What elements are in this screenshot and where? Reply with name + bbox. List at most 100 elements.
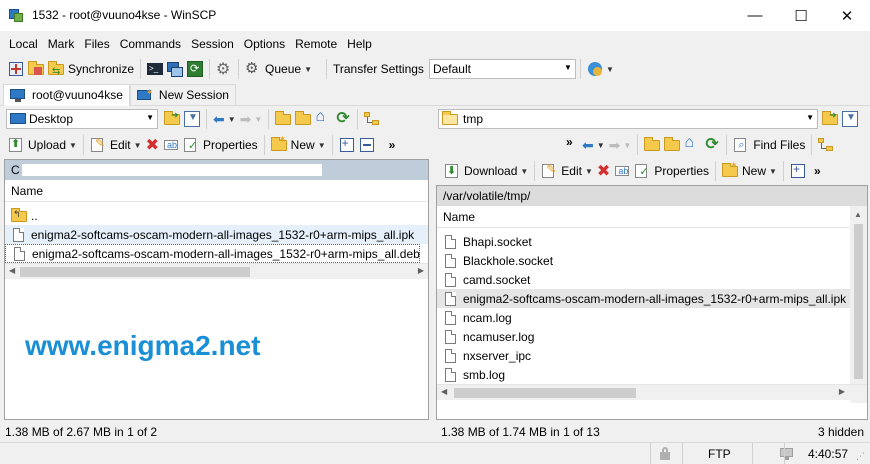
left-location-select[interactable]: Desktop ▼ (6, 109, 158, 129)
left-select-button[interactable]: + (337, 134, 357, 156)
left-unselect-button[interactable] (357, 134, 377, 156)
right-horizontal-scrollbar[interactable]: ◀ ▶ (437, 384, 867, 400)
right-parent-dir-button[interactable] (642, 134, 662, 156)
right-file-row[interactable]: smb.log (437, 365, 850, 384)
left-home-button[interactable]: ⌂ (313, 108, 333, 130)
right-rename-button[interactable]: ab (612, 160, 632, 182)
console-button[interactable]: >_ (145, 58, 165, 80)
scroll-thumb[interactable] (454, 388, 636, 398)
scroll-right-icon[interactable]: ▶ (839, 387, 845, 396)
right-file-row[interactable]: camd.socket (437, 270, 850, 289)
scroll-left-icon[interactable]: ◀ (441, 387, 447, 396)
left-tree-button[interactable] (362, 108, 382, 130)
panel-splitter[interactable] (431, 107, 435, 442)
chevron-down-icon: ▼ (146, 113, 154, 122)
left-properties-button[interactable]: ✓ Properties (181, 134, 260, 156)
left-refresh-button[interactable]: ⟳ (333, 108, 353, 130)
right-file-row[interactable]: Blackhole.socket (437, 251, 850, 270)
right-home-button[interactable]: ⌂ (682, 134, 702, 156)
scroll-left-icon[interactable]: ◀ (9, 266, 15, 275)
tab-root-session[interactable]: root@vuuno4kse (3, 83, 130, 106)
menu-options[interactable]: Options (243, 35, 286, 53)
minimize-button[interactable]: — (732, 0, 778, 31)
right-tree-button[interactable] (816, 134, 836, 156)
file-icon (443, 310, 459, 326)
hidden-files-count[interactable]: 3 hidden (818, 425, 864, 439)
left-parent-dir-row[interactable]: ↰ .. (5, 206, 428, 225)
refresh-session-button[interactable]: ⟳ (185, 58, 205, 80)
left-edit-button[interactable]: ✎ Edit ▼ (88, 134, 144, 156)
menu-local[interactable]: Local (8, 35, 39, 53)
properties-label: Properties (202, 138, 258, 152)
download-button[interactable]: ⬇ Download ▼ (442, 160, 530, 182)
add-to-queue-button[interactable] (6, 58, 26, 80)
scroll-up-icon[interactable]: ▲ (854, 210, 862, 219)
edit-label: Edit (561, 164, 582, 178)
right-vertical-scrollbar[interactable]: ▲ ▼ (850, 206, 867, 403)
right-file-row[interactable]: Bhapi.socket (437, 232, 850, 251)
menu-commands[interactable]: Commands (119, 35, 182, 53)
left-horizontal-scrollbar[interactable]: ◀ ▶ (5, 263, 428, 279)
menu-remote[interactable]: Remote (294, 35, 338, 53)
file-name: ncam.log (463, 310, 512, 325)
right-column-header-name[interactable]: Name (437, 206, 850, 228)
find-files-button[interactable]: ⌕ Find Files (731, 134, 807, 156)
resize-grip-icon[interactable]: ⋰ (856, 451, 865, 462)
left-open-folder-button[interactable]: ➜ (162, 108, 182, 130)
bottom-status-bar: FTP 4:40:57 ⋰ (0, 442, 870, 464)
menu-mark[interactable]: Mark (47, 35, 76, 53)
file-name: nxserver_ipc (463, 348, 532, 363)
toolbar-overflow-icon[interactable]: » (814, 164, 821, 178)
right-refresh-button[interactable]: ⟳ (702, 134, 722, 156)
right-filter-button[interactable] (840, 108, 860, 130)
upload-button[interactable]: ⬆ Upload ▼ (6, 134, 79, 156)
right-back-button[interactable]: ⬅ ▼ (580, 134, 607, 156)
right-delete-button[interactable]: ✖ (595, 160, 612, 182)
right-open-folder-button[interactable]: ➜ (820, 108, 840, 130)
chevron-down-icon: ▼ (623, 140, 632, 150)
left-file-row-ipk[interactable]: enigma2-softcams-oscam-modern-all-images… (5, 225, 428, 244)
refresh-window-icon: ⟳ (187, 61, 204, 77)
right-properties-button[interactable]: ✓ Properties (632, 160, 711, 182)
left-forward-button[interactable]: ➡ ▼ (238, 108, 265, 130)
synchronize-button[interactable]: ⇆ Synchronize (46, 58, 136, 80)
tab-new-session[interactable]: ✶ New Session (129, 84, 236, 105)
right-location-select[interactable]: tmp ▼ (438, 109, 818, 129)
right-select-button[interactable]: + (788, 160, 808, 182)
right-edit-button[interactable]: ✎ Edit ▼ (539, 160, 595, 182)
left-root-dir-button[interactable] (293, 108, 313, 130)
close-button[interactable]: ✕ (824, 0, 870, 31)
toolbar-overflow-icon[interactable]: » (389, 138, 396, 152)
file-name: enigma2-softcams-oscam-modern-all-images… (463, 291, 847, 306)
right-root-dir-button[interactable] (662, 134, 682, 156)
right-file-row[interactable]: ncamuser.log (437, 327, 850, 346)
scroll-thumb[interactable] (20, 267, 250, 277)
left-filter-button[interactable] (182, 108, 202, 130)
right-new-button[interactable]: ✶ New ▼ (720, 160, 779, 182)
right-file-row-selected[interactable]: enigma2-softcams-oscam-modern-all-images… (437, 289, 850, 308)
left-file-row-deb[interactable]: enigma2-softcams-oscam-modern-all-images… (5, 244, 420, 263)
left-delete-button[interactable]: ✖ (144, 134, 161, 156)
left-back-button[interactable]: ⬅ ▼ (211, 108, 238, 130)
preferences-button[interactable]: ⚙ (214, 58, 234, 80)
right-forward-button[interactable]: ➡ ▼ (607, 134, 634, 156)
transfer-settings-select[interactable]: Default ▼ (428, 59, 576, 79)
queue-button[interactable]: ⚙ Queue ▼ (243, 58, 314, 80)
transfer-options-button[interactable]: ▼ (585, 58, 616, 80)
maximize-button[interactable]: ☐ (778, 0, 824, 31)
toolbar-overflow-icon[interactable]: » (566, 135, 573, 149)
left-parent-dir-button[interactable] (273, 108, 293, 130)
right-file-row[interactable]: ncam.log (437, 308, 850, 327)
putty-button[interactable] (165, 58, 185, 80)
scroll-right-icon[interactable]: ▶ (418, 266, 424, 275)
menu-files[interactable]: Files (83, 35, 110, 53)
left-new-button[interactable]: ✶ New ▼ (269, 134, 328, 156)
menu-session[interactable]: Session (190, 35, 235, 53)
scroll-thumb[interactable] (854, 224, 863, 379)
right-file-row[interactable]: nxserver_ipc (437, 346, 850, 365)
menu-help[interactable]: Help (346, 35, 373, 53)
left-column-header-name[interactable]: Name (5, 180, 428, 202)
compare-button[interactable] (26, 58, 46, 80)
download-icon: ⬇ (445, 164, 458, 178)
left-rename-button[interactable]: ab (161, 134, 181, 156)
